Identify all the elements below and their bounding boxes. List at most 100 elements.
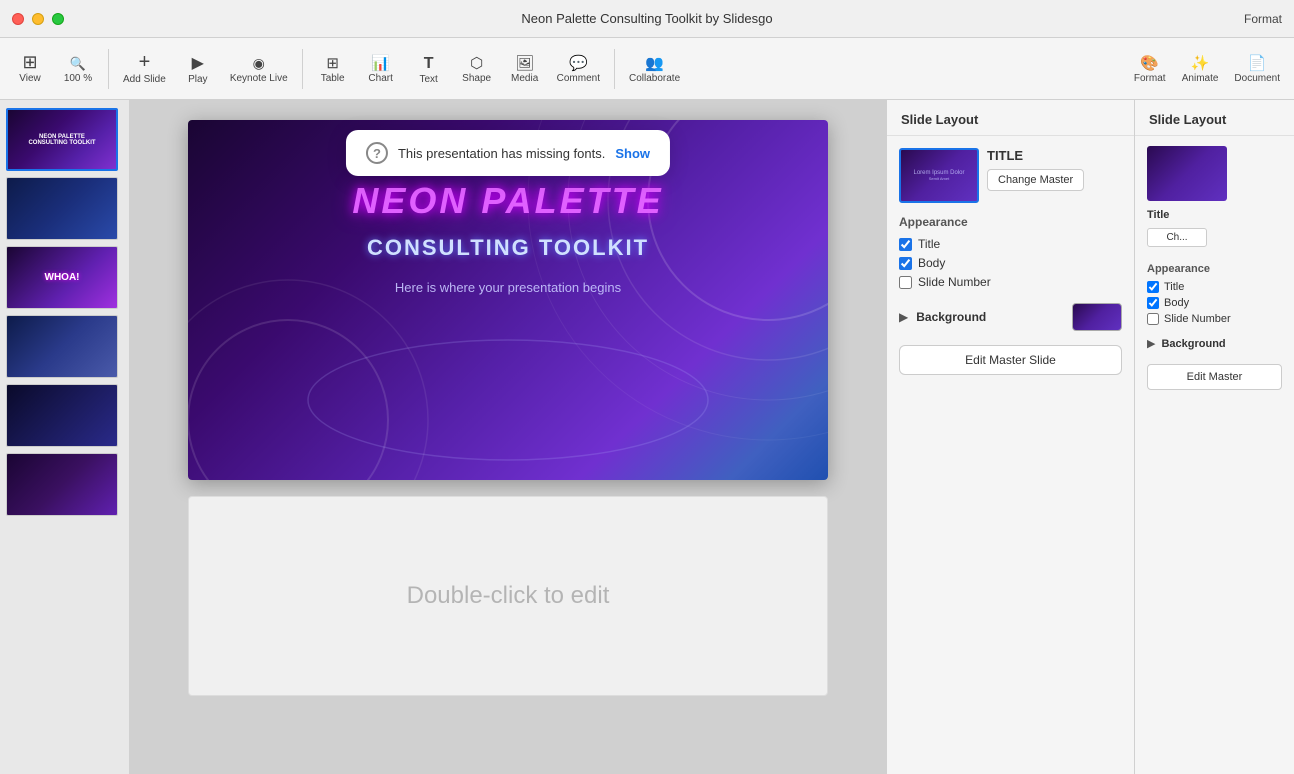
missing-fonts-icon: ? [366,142,388,164]
zoom-icon [70,53,86,71]
slide-thumbnail-2 [6,177,118,240]
animate-icon [1191,53,1210,71]
body-checkbox[interactable] [899,257,912,270]
far-title-checkbox-label: Title [1164,281,1184,293]
slide-layout-content: Lorem Ipsum DolorSemit Amet TITLE Change… [887,136,1134,774]
body-checkbox-label: Body [918,256,945,270]
layout-thumb-text: Lorem Ipsum DolorSemit Amet [913,170,964,182]
collaborate-toolbar-group[interactable]: Collaborate [623,49,686,88]
slide-1-thumb-text: NEON PALETTECONSULTING TOOLKIT [26,132,97,148]
missing-fonts-show-button[interactable]: Show [615,146,650,161]
shape-toolbar-group[interactable]: Shape [455,49,499,88]
close-button[interactable] [12,13,24,25]
slide-3-whoa-text: WHOA! [45,272,80,283]
change-master-button[interactable]: Change Master [987,169,1084,191]
slide-thumbnail-6 [6,453,118,516]
title-checkbox[interactable] [899,238,912,251]
slide-number-checkbox[interactable] [899,276,912,289]
table-toolbar-group[interactable]: Table [311,49,355,88]
appearance-section-title: Appearance [899,215,1122,229]
far-edit-master-button[interactable]: Edit Master [1147,364,1282,390]
far-appearance-section: Appearance Title Body Slide Number ▶ Bac… [1147,263,1282,390]
far-right-format-panel: Slide Layout Title Ch... Appearance Titl… [1134,100,1294,774]
far-right-panel-header: Slide Layout [1135,100,1294,136]
slide-thumb-2[interactable]: 2 [6,177,123,240]
shape-label: Shape [462,73,491,84]
shape-icon [470,53,483,71]
toolbar: View 100 % Add Slide Play Keynote Live T… [0,38,1294,100]
format-label: Format [1134,73,1166,84]
text-toolbar-group[interactable]: Text [407,49,451,89]
edit-master-slide-button[interactable]: Edit Master Slide [899,345,1122,375]
slide-thumbnail-4 [6,315,118,378]
toolbar-divider-1 [108,49,109,89]
text-label: Text [419,74,437,85]
background-section: ▶ Background [899,303,1122,331]
slide-main-subtitle: CONSULTING TOOLKIT [367,235,649,261]
media-toolbar-group[interactable]: Media [503,49,547,88]
add-slide-icon [139,52,151,72]
add-slide-toolbar-group[interactable]: Add Slide [117,48,172,89]
collaborate-label: Collaborate [629,73,680,84]
format-toolbar-group[interactable]: Format [1128,49,1172,88]
title-bar: Neon Palette Consulting Toolkit by Slide… [0,0,1294,38]
slide-thumb-5[interactable]: 5 [6,384,123,447]
missing-fonts-banner: ? This presentation has missing fonts. S… [346,130,670,176]
keynote-live-toolbar-group[interactable]: Keynote Live [224,49,294,88]
chart-toolbar-group[interactable]: Chart [359,49,403,88]
far-slide-number-checkbox-label: Slide Number [1164,313,1231,325]
far-slide-number-checkbox[interactable] [1147,313,1159,325]
zoom-toolbar-group[interactable]: 100 % [56,49,100,88]
chart-icon [371,53,390,71]
maximize-button[interactable] [52,13,64,25]
view-label: View [19,73,41,84]
animate-toolbar-group[interactable]: Animate [1176,49,1225,88]
title-bar-format-button[interactable]: Format [1244,12,1282,26]
play-toolbar-group[interactable]: Play [176,49,220,89]
comment-icon [569,53,588,71]
slide-thumb-4[interactable]: 4 [6,315,123,378]
table-label: Table [321,73,345,84]
far-body-checkbox[interactable] [1147,297,1159,309]
title-checkbox-row: Title [899,237,1122,251]
zoom-label: 100 % [64,73,92,84]
media-icon [515,53,534,71]
collaborate-icon [645,53,664,71]
title-checkbox-label: Title [918,237,940,251]
add-slide-label: Add Slide [123,74,166,85]
slide-thumbnail-5 [6,384,118,447]
slide-thumb-3[interactable]: 3 WHOA! [6,246,123,309]
play-label: Play [188,74,207,85]
slide-tagline: Here is where your presentation begins [395,280,621,295]
second-slide-canvas[interactable]: Double-click to edit [188,496,828,696]
far-body-checkbox-row: Body [1147,297,1282,309]
slide-layout-panel: Slide Layout Lorem Ipsum DolorSemit Amet… [886,100,1134,774]
far-body-checkbox-label: Body [1164,297,1189,309]
far-change-master-button[interactable]: Ch... [1147,228,1207,247]
background-preview[interactable] [1072,303,1122,331]
far-appearance-title: Appearance [1147,263,1282,275]
background-collapse-arrow[interactable]: ▶ [899,310,908,324]
slide-number-checkbox-row: Slide Number [899,275,1122,289]
document-label: Document [1234,73,1280,84]
traffic-lights [12,13,64,25]
slide-thumb-1[interactable]: 1 NEON PALETTECONSULTING TOOLKIT [6,108,123,171]
comment-toolbar-group[interactable]: Comment [551,49,606,88]
far-slide-number-checkbox-row: Slide Number [1147,313,1282,325]
slide-thumbnail-1: NEON PALETTECONSULTING TOOLKIT [6,108,118,171]
far-title-checkbox[interactable] [1147,281,1159,293]
slide-layout-panel-header: Slide Layout [887,100,1134,136]
far-background-arrow[interactable]: ▶ [1147,337,1155,350]
view-icon [22,53,37,71]
layout-info-section: TITLE Change Master [987,148,1122,203]
document-toolbar-group[interactable]: Document [1228,49,1286,88]
document-icon [1248,53,1267,71]
far-layout-name: Title [1147,209,1282,221]
keynote-live-label: Keynote Live [230,73,288,84]
slide-thumb-6[interactable]: 6 [6,453,123,516]
far-layout-thumbnail [1147,146,1227,201]
minimize-button[interactable] [32,13,44,25]
canvas-area: ? This presentation has missing fonts. S… [130,100,886,774]
view-toolbar-group[interactable]: View [8,49,52,88]
slide-main-title: NEON PALETTE [352,180,663,222]
